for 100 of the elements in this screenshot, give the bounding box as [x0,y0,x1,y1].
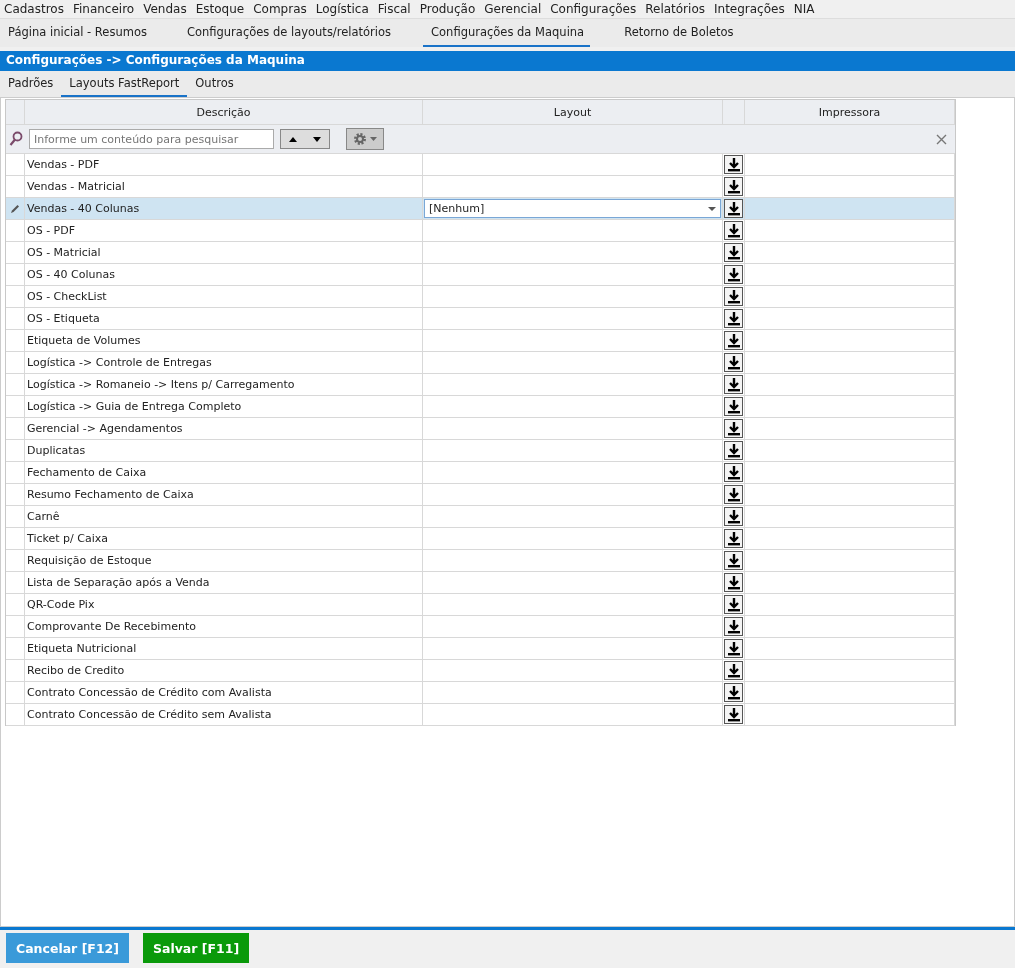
menu-item[interactable]: Relatórios [645,2,705,16]
download-button[interactable] [724,287,743,306]
menu-item[interactable]: Gerencial [484,2,542,16]
table-row[interactable]: Etiqueta de Volumes [6,330,955,352]
close-button[interactable] [936,133,947,145]
tab[interactable]: Padrões [0,71,62,97]
download-button[interactable] [724,463,743,482]
table-row[interactable]: OS - CheckList [6,286,955,308]
download-button[interactable] [724,595,743,614]
download-button[interactable] [724,507,743,526]
table-row[interactable]: OS - PDF [6,220,955,242]
download-button[interactable] [724,155,743,174]
table-row[interactable]: Etiqueta Nutricional [6,638,955,660]
column-header: Impressora [745,100,955,124]
download-button[interactable] [724,243,743,262]
download-button[interactable] [724,353,743,372]
menu-item[interactable]: NIA [793,2,815,16]
download-button[interactable] [724,639,743,658]
table-row[interactable]: Gerencial -> Agendamentos [6,418,955,440]
table-row[interactable]: Logística -> Romaneio -> Itens p/ Carregamento [6,374,955,396]
tab[interactable]: Configurações da Maquina [423,19,591,47]
download-button[interactable] [724,551,743,570]
table-cell: OS - CheckList [25,286,423,307]
table-cell: Contrato Concessão de Crédito sem Avalista [25,704,423,725]
table-cell: Resumo Fechamento de Caixa [25,484,423,505]
table-row[interactable]: Contrato Concessão de Crédito sem Avalista [6,704,955,726]
table-cell: Lista de Separação após a Venda [25,572,423,593]
menu-item[interactable]: Configurações [550,2,637,16]
up-triangle-icon [289,136,297,142]
table-row[interactable]: Fechamento de Caixa [6,462,955,484]
download-icon [727,509,740,524]
table-row[interactable]: Logística -> Guia de Entrega Completo [6,396,955,418]
download-button[interactable] [724,309,743,328]
download-button[interactable] [724,331,743,350]
download-icon [727,355,740,370]
download-button[interactable] [724,529,743,548]
tab[interactable]: Outros [187,71,242,97]
download-button[interactable] [724,177,743,196]
column-header: Descrição [25,100,423,124]
download-button[interactable] [724,419,743,438]
caret-icon [370,137,377,141]
menu-item[interactable]: Cadastros [4,2,64,16]
table-row[interactable]: OS - Matricial [6,242,955,264]
table-row[interactable]: Duplicatas [6,440,955,462]
table-row[interactable]: Resumo Fechamento de Caixa [6,484,955,506]
table-row[interactable]: Lista de Separação após a Venda [6,572,955,594]
download-icon [727,641,740,656]
table-row[interactable]: QR-Code Pix [6,594,955,616]
tab[interactable]: Página inicial - Resumos [0,19,153,47]
table-row[interactable]: Requisição de Estoque [6,550,955,572]
download-icon [727,377,740,392]
search-field[interactable]: Informe um conteúdo para pesquisar [29,129,274,149]
caret-icon [708,206,716,211]
table-row[interactable]: Carnê [6,506,955,528]
layout-dropdown[interactable]: [Nenhum] [424,199,721,218]
download-button[interactable] [724,661,743,680]
search-icon [9,131,23,147]
table-row[interactable]: OS - Etiqueta [6,308,955,330]
table-row[interactable]: Ticket p/ Caixa [6,528,955,550]
download-button[interactable] [724,221,743,240]
settings-button[interactable] [346,128,384,150]
download-button[interactable] [724,705,743,724]
download-button[interactable] [724,397,743,416]
download-icon [727,465,740,480]
table-row[interactable]: Vendas - PDF [6,154,955,176]
download-button[interactable] [724,617,743,636]
menu-item[interactable]: Compras [253,2,307,16]
download-button[interactable] [724,683,743,702]
download-icon [727,201,740,216]
menu-item[interactable]: Financeiro [72,2,135,16]
download-button[interactable] [724,265,743,284]
tab[interactable]: Configurações de layouts/relatórios [178,19,398,47]
table-cell: Logística -> Controle de Entregas [25,352,423,373]
table-row[interactable]: Recibo de Credito [6,660,955,682]
column-header: Layout [423,100,723,124]
download-button[interactable] [724,485,743,504]
table-cell: Gerencial -> Agendamentos [25,418,423,439]
download-button[interactable] [724,573,743,592]
download-icon [727,267,740,282]
table-cell: Carnê [25,506,423,527]
download-button[interactable] [724,441,743,460]
menu-item[interactable]: Produção [419,2,476,16]
menu-item[interactable]: Vendas [143,2,187,16]
menu-item[interactable]: Integrações [714,2,785,16]
table-row[interactable]: Logística -> Controle de Entregas [6,352,955,374]
tab[interactable]: Retorno de Boletos [616,19,740,47]
table-row[interactable]: Comprovante De Recebimento [6,616,955,638]
download-button[interactable] [724,375,743,394]
table-row[interactable]: OS - 40 Colunas [6,264,955,286]
menu-item[interactable]: Fiscal [377,2,411,16]
download-button[interactable] [724,199,743,218]
menu-item[interactable]: Estoque [195,2,245,16]
download-icon [727,333,740,348]
table-row[interactable]: Vendas - 40 Colunas [Nenhum] [6,198,955,220]
menu-item[interactable]: Logística [315,2,369,16]
table-cell: Vendas - 40 Colunas [25,198,423,219]
download-icon [727,311,740,326]
table-row[interactable]: Contrato Concessão de Crédito com Avalista [6,682,955,704]
download-icon [727,223,740,238]
save-button[interactable]: Salvar [F11] [143,933,250,963]
